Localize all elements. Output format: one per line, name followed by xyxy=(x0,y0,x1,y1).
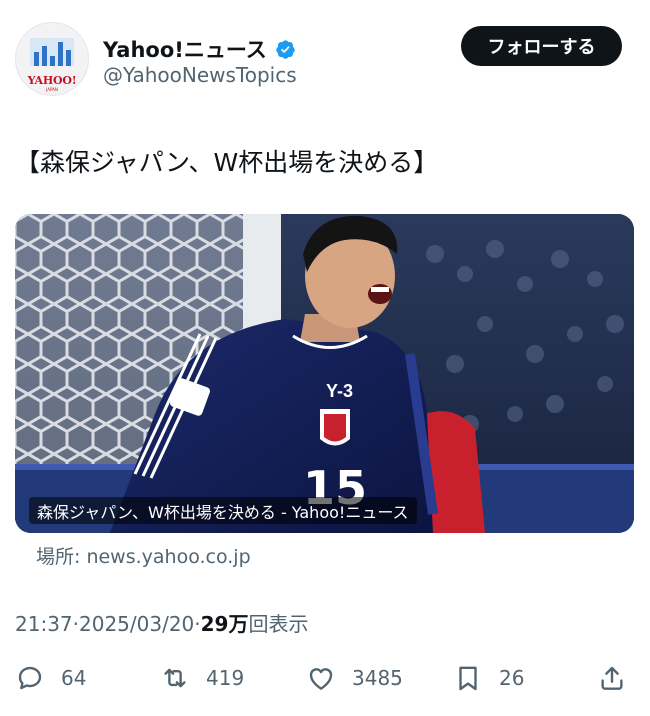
views-count: 29万 xyxy=(200,612,249,636)
avatar-logo-sub: JAPAN xyxy=(46,87,58,92)
verified-badge-icon xyxy=(276,39,295,59)
tweet-date[interactable]: 2025/03/20 xyxy=(79,612,194,636)
avatar-chart-graphic xyxy=(30,38,74,66)
display-name[interactable]: Yahoo!ニュース xyxy=(103,34,267,64)
bookmark-count: 26 xyxy=(499,666,525,690)
card-photo: Y-3 15 xyxy=(15,214,634,533)
reply-button[interactable]: 64 xyxy=(15,660,86,696)
follow-button[interactable]: フォローする xyxy=(461,26,622,66)
reply-icon xyxy=(18,666,42,690)
retweet-count: 419 xyxy=(206,666,245,690)
retweet-button[interactable]: 419 xyxy=(160,660,244,696)
like-count: 3485 xyxy=(352,666,403,690)
like-button[interactable]: 3485 xyxy=(306,660,403,696)
heart-icon xyxy=(309,668,333,690)
card-source[interactable]: 場所: news.yahoo.co.jp xyxy=(36,542,251,569)
action-bar: 64 419 3485 26 xyxy=(15,660,635,696)
link-card[interactable]: Y-3 15 xyxy=(15,214,634,533)
reply-count: 64 xyxy=(61,666,87,690)
views-label: 回表示 xyxy=(248,612,309,636)
handle[interactable]: @YahooNewsTopics xyxy=(103,63,297,87)
card-caption[interactable]: 森保ジャパン、W杯出場を決める - Yahoo!ニュース xyxy=(29,497,417,524)
avatar[interactable]: YAHOO! JAPAN xyxy=(15,22,89,96)
retweet-icon xyxy=(164,668,186,688)
card-caption-text: 森保ジャパン、W杯出場を決める - Yahoo!ニュース xyxy=(37,502,409,522)
tweet-meta: 21:37 · 2025/03/20 · 29万 回表示 xyxy=(15,608,308,637)
bookmark-icon xyxy=(459,666,477,691)
tweet-time[interactable]: 21:37 xyxy=(15,612,73,636)
tweet-text: 【森保ジャパン、W杯出場を決める】 xyxy=(15,148,439,177)
avatar-logo: YAHOO! xyxy=(27,74,77,87)
author-name-row: Yahoo!ニュース xyxy=(103,34,296,64)
share-button[interactable] xyxy=(597,660,627,696)
jersey-sponsor: Y-3 xyxy=(326,381,353,401)
share-icon xyxy=(601,666,623,690)
bookmark-button[interactable]: 26 xyxy=(453,660,524,696)
